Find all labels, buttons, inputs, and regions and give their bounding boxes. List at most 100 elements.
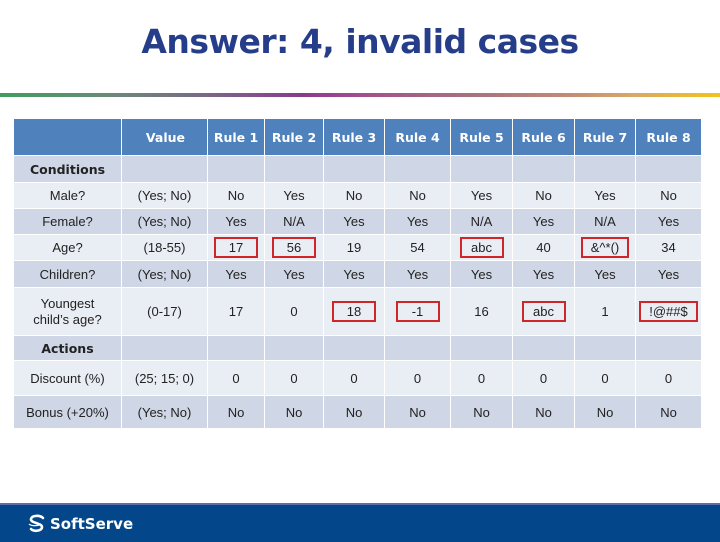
rule-1-cell: Yes bbox=[207, 208, 265, 235]
softserve-logo: SoftServe bbox=[28, 514, 133, 534]
rule-2-cell: No bbox=[264, 395, 324, 429]
row-label: Female? bbox=[13, 208, 122, 235]
rule-3-cell: 0 bbox=[323, 360, 385, 396]
rule-8-cell: No bbox=[635, 182, 702, 209]
empty-cell bbox=[207, 155, 265, 183]
rule-7-cell: Yes bbox=[574, 182, 636, 209]
section-label-conditions: Conditions bbox=[13, 155, 122, 183]
section-label-actions: Actions bbox=[13, 335, 122, 361]
rule-7-cell: 1 bbox=[574, 287, 636, 336]
softserve-logo-icon bbox=[28, 514, 45, 533]
rule-4-cell: No bbox=[384, 395, 451, 429]
rule-6-cell: No bbox=[512, 182, 575, 209]
invalid-value-highlight: !@##$ bbox=[639, 301, 698, 322]
rule-3-cell: No bbox=[323, 395, 385, 429]
decision-table: Value Rule 1 Rule 2 Rule 3 Rule 4 Rule 5… bbox=[13, 118, 702, 429]
rule-3-cell: No bbox=[323, 182, 385, 209]
rule-4-cell: -1 bbox=[384, 287, 451, 336]
footer-bar: SoftServe bbox=[0, 503, 720, 542]
rule-6-cell: 40 bbox=[512, 234, 575, 261]
header-rule-1: Rule 1 bbox=[207, 118, 265, 156]
section-row-actions: Actions bbox=[13, 335, 702, 361]
empty-cell bbox=[207, 335, 265, 361]
empty-cell bbox=[450, 155, 513, 183]
invalid-value-highlight: &^*() bbox=[580, 237, 630, 258]
rule-7-cell: Yes bbox=[574, 260, 636, 288]
empty-cell bbox=[323, 335, 385, 361]
rule-1-cell: 17 bbox=[207, 287, 265, 336]
rule-5-cell: Yes bbox=[450, 260, 513, 288]
rule-7-cell: No bbox=[574, 395, 636, 429]
rule-4-cell: Yes bbox=[384, 208, 451, 235]
rule-8-cell: Yes bbox=[635, 208, 702, 235]
empty-cell bbox=[635, 335, 702, 361]
rule-8-cell: 34 bbox=[635, 234, 702, 261]
rule-4-cell: 0 bbox=[384, 360, 451, 396]
table-row: Children? (Yes; No) Yes Yes Yes Yes Yes Yes Yes Y… bbox=[13, 260, 702, 288]
rule-2-cell: Yes bbox=[264, 260, 324, 288]
table-row: Male? (Yes; No) No Yes No No Yes No Yes No bbox=[13, 182, 702, 209]
empty-cell bbox=[635, 155, 702, 183]
rule-1-cell: No bbox=[207, 395, 265, 429]
rule-6-cell: abc bbox=[512, 287, 575, 336]
logo-text: SoftServe bbox=[50, 515, 134, 533]
empty-cell bbox=[323, 155, 385, 183]
row-value-range: (0-17) bbox=[121, 287, 208, 336]
row-value-range: (25; 15; 0) bbox=[121, 360, 208, 396]
header-blank bbox=[13, 118, 122, 156]
rule-8-cell: 0 bbox=[635, 360, 702, 396]
rule-7-cell: 0 bbox=[574, 360, 636, 396]
empty-cell bbox=[121, 335, 208, 361]
empty-cell bbox=[121, 155, 208, 183]
gradient-divider bbox=[0, 93, 720, 97]
rule-4-cell: No bbox=[384, 182, 451, 209]
header-value: Value bbox=[121, 118, 208, 156]
table-row: Discount (%) (25; 15; 0) 0 0 0 0 0 0 0 0 bbox=[13, 360, 702, 396]
empty-cell bbox=[512, 155, 575, 183]
header-rule-2: Rule 2 bbox=[264, 118, 324, 156]
rule-5-cell: 0 bbox=[450, 360, 513, 396]
table-row: Youngest child’s age? (0-17) 17 0 18 -1 16 abc 1!… bbox=[13, 287, 702, 336]
rule-4-cell: 54 bbox=[384, 234, 451, 261]
row-value-range: (Yes; No) bbox=[121, 395, 208, 429]
rule-3-cell: 19 bbox=[323, 234, 385, 261]
header-row: Value Rule 1 Rule 2 Rule 3 Rule 4 Rule 5… bbox=[13, 118, 702, 156]
rule-2-cell: 0 bbox=[264, 360, 324, 396]
rule-6-cell: No bbox=[512, 395, 575, 429]
row-label: Age? bbox=[13, 234, 122, 261]
row-label: Children? bbox=[13, 260, 122, 288]
row-label: Male? bbox=[13, 182, 122, 209]
empty-cell bbox=[450, 335, 513, 361]
row-label: Youngest child’s age? bbox=[13, 287, 122, 336]
row-label: Discount (%) bbox=[13, 360, 122, 396]
empty-cell bbox=[384, 335, 451, 361]
invalid-value-highlight: abc bbox=[459, 237, 504, 258]
empty-cell bbox=[512, 335, 575, 361]
rule-1-cell: Yes bbox=[207, 260, 265, 288]
header-rule-3: Rule 3 bbox=[323, 118, 385, 156]
rule-1-cell: No bbox=[207, 182, 265, 209]
invalid-value-highlight: 56 bbox=[272, 237, 316, 258]
row-label-line: child’s age? bbox=[33, 311, 102, 327]
row-value-range: (Yes; No) bbox=[121, 260, 208, 288]
rule-6-cell: 0 bbox=[512, 360, 575, 396]
table-row: Age? (18-55) 17 56 19 54 abc 40 &^*() 34 bbox=[13, 234, 702, 261]
table-row: Bonus (+20%) (Yes; No) No No No No No No No No bbox=[13, 395, 702, 429]
rule-1-cell: 17 bbox=[207, 234, 265, 261]
rule-2-cell: N/A bbox=[264, 208, 324, 235]
rule-6-cell: Yes bbox=[512, 260, 575, 288]
rule-8-cell: No bbox=[635, 395, 702, 429]
empty-cell bbox=[264, 155, 324, 183]
rule-5-cell: No bbox=[450, 395, 513, 429]
rule-1-cell: 0 bbox=[207, 360, 265, 396]
rule-3-cell: Yes bbox=[323, 208, 385, 235]
header-rule-7: Rule 7 bbox=[574, 118, 636, 156]
rule-5-cell: abc bbox=[450, 234, 513, 261]
rule-8-cell: !@##$ bbox=[635, 287, 702, 336]
rule-5-cell: 16 bbox=[450, 287, 513, 336]
rule-7-cell: N/A bbox=[574, 208, 636, 235]
empty-cell bbox=[384, 155, 451, 183]
rule-5-cell: N/A bbox=[450, 208, 513, 235]
rule-4-cell: Yes bbox=[384, 260, 451, 288]
rule-3-cell: 18 bbox=[323, 287, 385, 336]
